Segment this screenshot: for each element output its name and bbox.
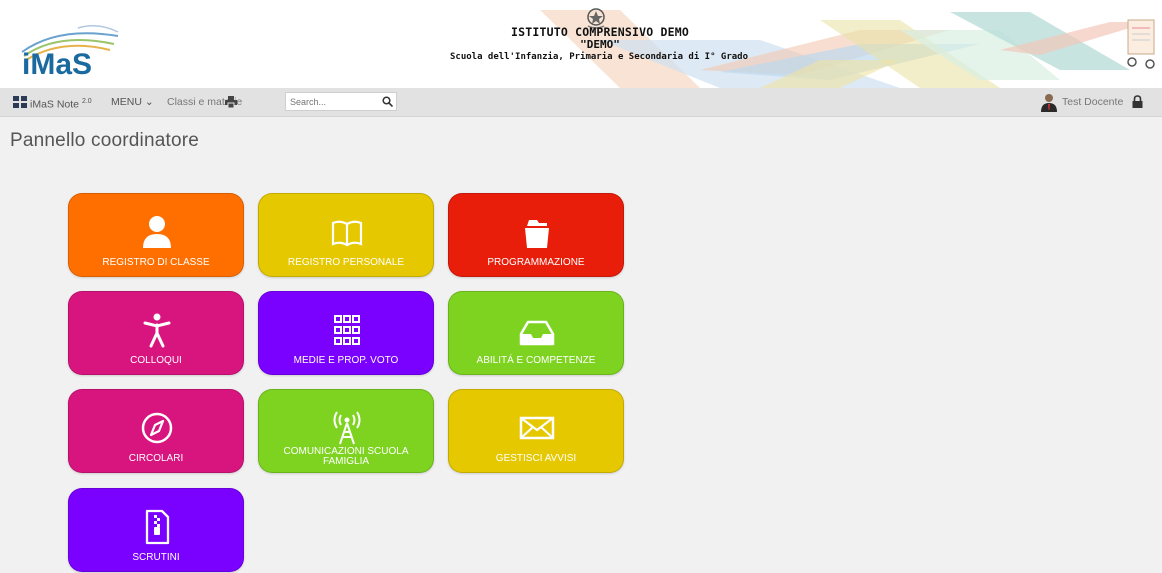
tile-registro-di-classe[interactable]: REGISTRO DI CLASSE bbox=[68, 193, 244, 277]
grid-icon bbox=[334, 315, 360, 345]
user-avatar-icon[interactable] bbox=[1040, 92, 1058, 112]
tile-label: GESTISCI AVVISI bbox=[495, 453, 577, 464]
menu-dropdown[interactable]: MENU ⌄ bbox=[111, 88, 154, 116]
apps-grid-icon[interactable] bbox=[13, 96, 27, 108]
person-icon bbox=[143, 313, 171, 348]
tile-registro-personale[interactable]: REGISTRO PERSONALE bbox=[258, 193, 434, 277]
folder-icon bbox=[525, 220, 549, 248]
brand-name: iMaS Note bbox=[30, 98, 80, 111]
search-box bbox=[285, 92, 397, 111]
tile-label: PROGRAMMAZIONE bbox=[487, 257, 585, 268]
broadcast-icon bbox=[333, 411, 361, 445]
tile-programmazione[interactable]: PROGRAMMAZIONE bbox=[448, 193, 624, 277]
zip-file-icon bbox=[145, 509, 170, 545]
tile-label: ABILITÁ E COMPETENZE bbox=[476, 355, 596, 366]
tile-medie-prop-voto[interactable]: MEDIE E PROP. VOTO bbox=[258, 291, 434, 375]
book-icon bbox=[331, 220, 363, 247]
search-input[interactable] bbox=[290, 94, 370, 109]
compass-icon bbox=[141, 412, 173, 444]
user-icon bbox=[143, 216, 171, 248]
tile-label: COLLOQUI bbox=[130, 355, 182, 366]
header-banner: iMaS ISTITUTO COMPRENSIVO DEMO "DEMO" Sc… bbox=[0, 0, 1162, 88]
tile-label: MEDIE E PROP. VOTO bbox=[293, 355, 399, 366]
top-toolbar: iMaS Note 2.0 MENU ⌄ Classi e materie Te… bbox=[0, 88, 1162, 117]
page-title: Pannello coordinatore bbox=[10, 130, 200, 151]
tile-label: REGISTRO DI CLASSE bbox=[102, 257, 210, 268]
tile-label: REGISTRO PERSONALE bbox=[287, 257, 405, 268]
brand-version: 2.0 bbox=[81, 98, 92, 105]
tile-label: COMUNICAZIONI SCUOLA FAMIGLIA bbox=[283, 446, 409, 467]
tile-colloqui[interactable]: COLLOQUI bbox=[68, 291, 244, 375]
tile-scrutini[interactable]: SCRUTINI bbox=[68, 488, 244, 572]
tile-gestisci-avvisi[interactable]: GESTISCI AVVISI bbox=[448, 389, 624, 473]
book-illustration-icon bbox=[1127, 19, 1155, 69]
school-header: ISTITUTO COMPRENSIVO DEMO "DEMO" Scuola … bbox=[450, 26, 748, 63]
envelope-icon bbox=[519, 416, 555, 440]
school-code: "DEMO" bbox=[580, 38, 620, 51]
print-icon[interactable] bbox=[225, 96, 237, 108]
user-name[interactable]: Test Docente bbox=[1062, 88, 1123, 116]
tile-label: CIRCOLARI bbox=[128, 453, 184, 464]
inbox-icon bbox=[519, 320, 555, 346]
lock-icon[interactable] bbox=[1132, 95, 1143, 108]
tile-circolari[interactable]: CIRCOLARI bbox=[68, 389, 244, 473]
logo-text: iMaS bbox=[22, 48, 93, 81]
search-icon[interactable] bbox=[382, 96, 393, 107]
tile-abilita-competenze[interactable]: ABILITÁ E COMPETENZE bbox=[448, 291, 624, 375]
brand-link[interactable]: iMaS Note 2.0 bbox=[30, 88, 92, 116]
tile-comunicazioni-scuola-famiglia[interactable]: COMUNICAZIONI SCUOLA FAMIGLIA bbox=[258, 389, 434, 473]
school-description: Scuola dell'Infanzia, Primaria e Seconda… bbox=[450, 52, 749, 62]
tile-label: SCRUTINI bbox=[132, 552, 180, 563]
